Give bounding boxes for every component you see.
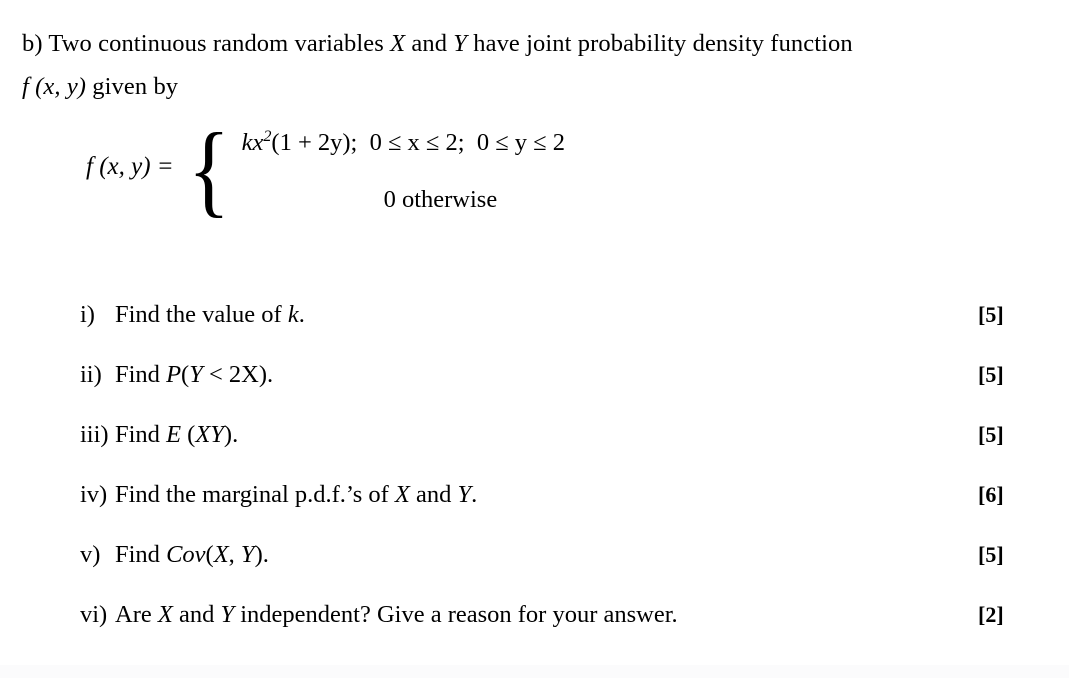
- math-symbol: E: [166, 421, 182, 448]
- list-item-text: Find the marginal p.d.f.’s of X and Y.: [115, 481, 478, 508]
- math-symbol: X: [157, 601, 173, 628]
- list-item-marks: [6]: [978, 482, 1004, 507]
- list-item-number: ii): [80, 361, 102, 388]
- piecewise-case-otherwise: 0 otherwise: [383, 186, 498, 213]
- question-prompt: b) Two continuous random variables X and…: [22, 22, 1032, 108]
- prompt-conjunction: and: [405, 30, 454, 57]
- math-symbol: Y: [189, 361, 203, 388]
- list-item: vi) Are X and Y independent? Give a reas…: [80, 598, 1030, 658]
- list-item: v) Find Cov(X, Y). [5]: [80, 538, 1030, 598]
- list-item-marks: [2]: [978, 602, 1004, 627]
- list-item-number: iv): [80, 481, 108, 508]
- list-item-text: Find Cov(X, Y).: [115, 541, 269, 568]
- sub-question-list: i) Find the value of k. [5] ii) Find P(Y…: [80, 298, 1030, 658]
- list-item-marks: [5]: [978, 302, 1004, 327]
- piecewise-lhs: f (x, y) =: [86, 153, 174, 180]
- math-symbol: Y: [240, 541, 255, 568]
- page-bottom-band: [0, 665, 1069, 678]
- list-item: ii) Find P(Y < 2X). [5]: [80, 358, 1030, 418]
- piecewise-function-definition: f (x, y) = { kx2(1 + 2y); 0 ≤ x ≤ 2; 0 ≤…: [86, 112, 565, 228]
- list-item-number: i): [80, 301, 95, 328]
- list-item-marks: [5]: [978, 362, 1004, 387]
- math-symbol: Y: [220, 601, 235, 628]
- math-symbol: Cov: [166, 541, 206, 568]
- math-symbol: P: [166, 361, 182, 388]
- list-item-number: v): [80, 541, 101, 568]
- list-item: iii) Find E (XY). [5]: [80, 418, 1030, 478]
- piecewise-coefficient: kx: [241, 129, 264, 156]
- list-item: i) Find the value of k. [5]: [80, 298, 1030, 358]
- math-symbol: X: [394, 481, 410, 508]
- prompt-line-2-post: given by: [86, 73, 179, 100]
- list-item-text: Find the value of k.: [115, 301, 305, 328]
- list-item: iv) Find the marginal p.d.f.’s of X and …: [80, 478, 1030, 538]
- math-symbol: Y: [457, 481, 472, 508]
- list-item-text: Find E (XY).: [115, 421, 239, 448]
- list-item-text: Find P(Y < 2X).: [115, 361, 274, 388]
- prompt-line-2: f (x, y) given by: [22, 65, 1032, 108]
- piecewise-cases: kx2(1 + 2y); 0 ≤ x ≤ 2; 0 ≤ y ≤ 2 0 othe…: [242, 126, 565, 214]
- list-item-number: vi): [80, 601, 108, 628]
- curly-brace-icon: {: [187, 112, 230, 228]
- piecewise-case-main: kx2(1 + 2y); 0 ≤ x ≤ 2; 0 ≤ y ≤ 2: [242, 126, 565, 170]
- list-item-marks: [5]: [978, 542, 1004, 567]
- math-symbol: XY: [195, 421, 224, 448]
- math-symbol: k: [287, 301, 299, 328]
- list-item-number: iii): [80, 421, 109, 448]
- exam-question-page: b) Two continuous random variables X and…: [0, 0, 1069, 678]
- variable-x: X: [390, 30, 406, 57]
- variable-y: Y: [453, 30, 468, 57]
- function-notation: f (x, y): [22, 73, 87, 100]
- piecewise-case-main-rest: (1 + 2y); 0 ≤ x ≤ 2; 0 ≤ y ≤ 2: [271, 129, 565, 156]
- prompt-line-1-post: have joint probability density function: [467, 30, 853, 57]
- list-item-marks: [5]: [978, 422, 1004, 447]
- list-item-text: Are X and Y independent? Give a reason f…: [115, 601, 678, 628]
- prompt-line-1-pre: b) Two continuous random variables: [22, 30, 391, 57]
- prompt-line-1: b) Two continuous random variables X and…: [22, 22, 1032, 65]
- math-symbol: X: [213, 541, 229, 568]
